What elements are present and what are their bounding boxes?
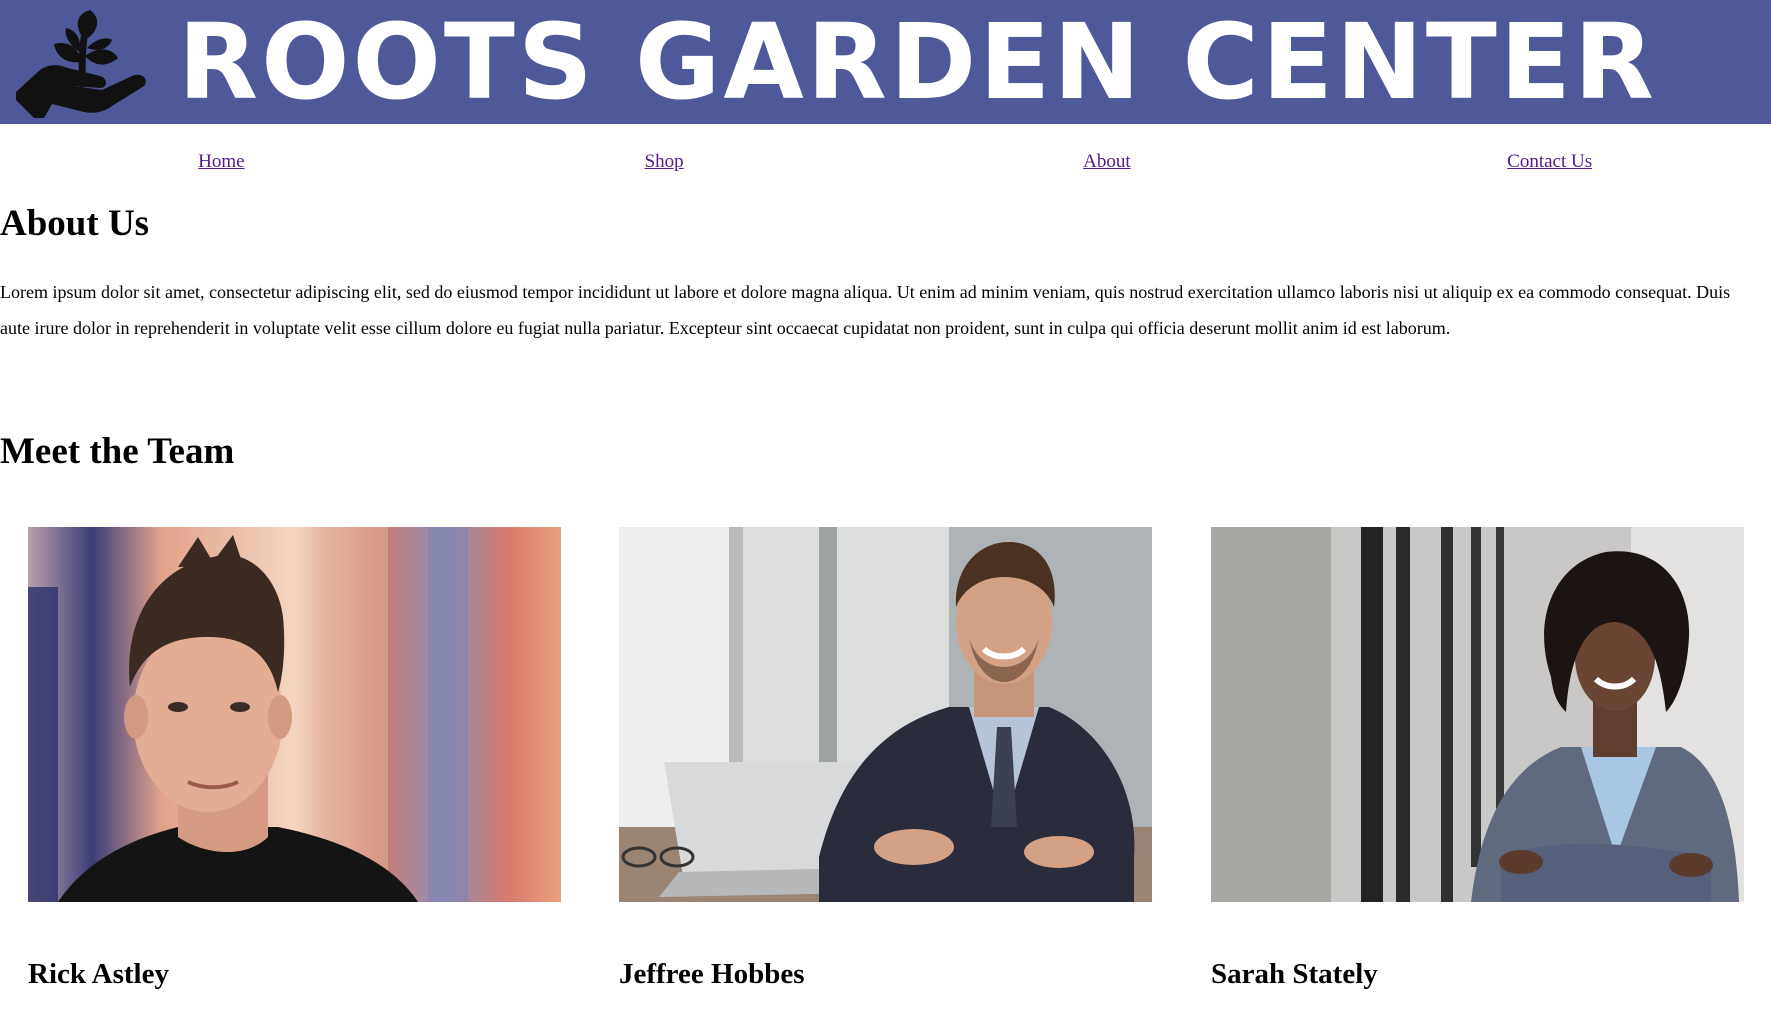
site-title: ROOTS GARDEN CENTER: [178, 1, 1657, 123]
main-nav: Home Shop About Contact Us: [0, 124, 1771, 199]
team-member-photo: [1211, 527, 1744, 902]
nav-cell-contact: Contact Us: [1328, 124, 1771, 199]
about-paragraph: Lorem ipsum dolor sit amet, consectetur …: [0, 282, 1731, 338]
team-member-name: Jeffree Hobbes: [619, 958, 805, 990]
nav-cell-home: Home: [0, 124, 443, 199]
site-banner: ROOTS GARDEN CENTER: [0, 0, 1771, 124]
team-member-card: Sarah Stately: [1211, 527, 1744, 994]
team-member-name: Rick Astley: [28, 958, 169, 990]
team-member-card: Rick Astley: [28, 527, 561, 994]
about-heading: About Us: [0, 203, 150, 244]
team-member-photo: [28, 527, 561, 902]
nav-link-shop[interactable]: Shop: [645, 151, 684, 172]
nav-link-contact-us[interactable]: Contact Us: [1507, 151, 1592, 172]
nav-cell-shop: Shop: [443, 124, 886, 199]
nav-link-about[interactable]: About: [1083, 151, 1131, 172]
team-member-name: Sarah Stately: [1211, 958, 1378, 990]
team-heading: Meet the Team: [0, 431, 235, 472]
nav-cell-about: About: [886, 124, 1329, 199]
hand-holding-plant-icon: [16, 10, 146, 118]
nav-link-home[interactable]: Home: [198, 151, 244, 172]
team-member-card: Jeffree Hobbes: [619, 527, 1152, 994]
team-member-photo: [619, 527, 1152, 902]
